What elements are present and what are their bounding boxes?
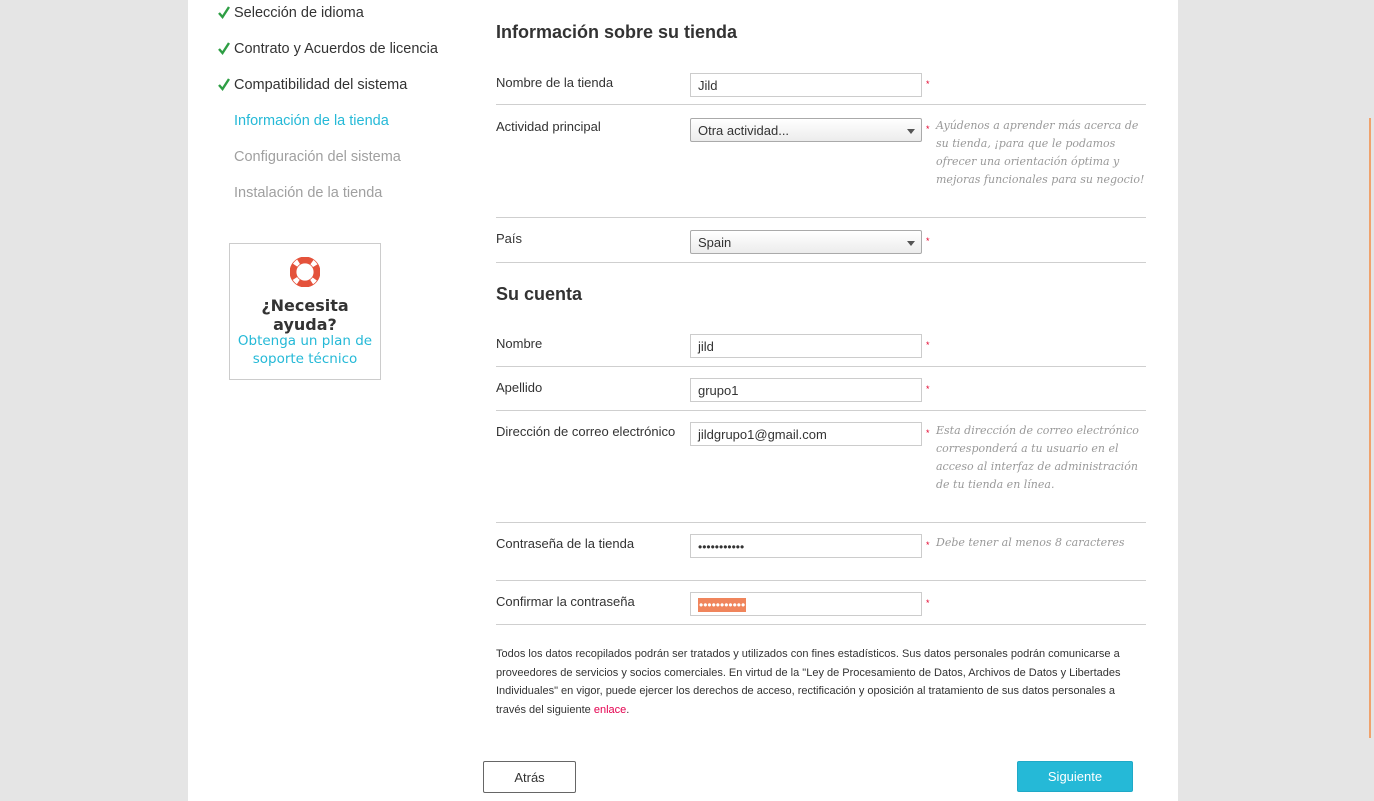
divider [496, 410, 1146, 411]
activity-select-value: Otra actividad... [698, 123, 790, 138]
activity-select[interactable]: Otra actividad... [690, 118, 922, 142]
first-name-label: Nombre [496, 336, 543, 351]
help-title: ¿Necesita ayuda? [261, 296, 349, 334]
privacy-end: . [626, 703, 630, 716]
required-marker: * [926, 124, 930, 134]
step-label: Información de la tienda [234, 113, 389, 129]
required-marker: * [926, 428, 930, 438]
privacy-text: Todos los datos recopilados podrán ser t… [496, 648, 1121, 716]
password-hint: Debe tener al menos 8 caracteres [936, 536, 1125, 549]
installer-page: Selección de idioma Contrato y Acuerdos … [188, 0, 1178, 801]
password-input[interactable]: ••••••••••• [690, 534, 922, 558]
country-label: País [496, 231, 523, 246]
required-marker: * [926, 384, 930, 394]
divider [496, 104, 1146, 105]
divider [496, 522, 1146, 523]
scroll-indicator[interactable] [1369, 118, 1371, 738]
back-button[interactable]: Atrás [483, 761, 576, 793]
divider [496, 580, 1146, 581]
support-plan-link-line1[interactable]: Obtenga un plan de [238, 333, 372, 349]
confirm-password-label: Confirmar la contraseña [496, 594, 635, 609]
privacy-notice: Todos los datos recopilados podrán ser t… [496, 645, 1146, 719]
divider [496, 366, 1146, 367]
store-name-label: Nombre de la tienda [496, 75, 614, 90]
step-label: Configuración del sistema [234, 149, 401, 165]
activity-label: Actividad principal [496, 119, 601, 134]
step-label: Selección de idioma [234, 5, 364, 21]
email-input[interactable]: jildgrupo1@gmail.com [690, 422, 922, 446]
country-select[interactable]: Spain [690, 230, 922, 254]
step-label: Contrato y Acuerdos de licencia [234, 41, 438, 57]
divider [496, 624, 1146, 625]
store-name-input[interactable]: Jild [690, 73, 922, 97]
dropdown-arrow-icon [907, 129, 915, 134]
confirm-password-value: ••••••••••• [698, 598, 747, 612]
password-label: Contraseña de la tienda [496, 536, 635, 551]
divider [496, 262, 1146, 263]
required-marker: * [926, 236, 930, 246]
dropdown-arrow-icon [907, 241, 915, 246]
required-marker: * [926, 340, 930, 350]
email-label: Dirección de correo electrónico [496, 424, 676, 439]
activity-hint: Ayúdenos a aprender más acerca de su tie… [936, 119, 1145, 186]
last-name-input[interactable]: grupo1 [690, 378, 922, 402]
help-box: ¿Necesita ayuda? Obtenga un plan de sopo… [229, 243, 381, 380]
next-button[interactable]: Siguiente [1017, 761, 1133, 792]
check-icon [218, 75, 232, 95]
store-section-title: Información sobre su tienda [496, 22, 738, 42]
support-plan-link-line2[interactable]: soporte técnico [253, 351, 358, 367]
first-name-input[interactable]: jild [690, 334, 922, 358]
support-plan-link[interactable]: Obtenga un plan de soporte técnico [230, 332, 380, 368]
last-name-label: Apellido [496, 380, 543, 395]
country-select-value: Spain [698, 235, 732, 250]
step-label: Compatibilidad del sistema [234, 77, 408, 93]
step-label: Instalación de la tienda [234, 185, 383, 201]
email-hint: Esta dirección de correo electrónico cor… [936, 424, 1139, 491]
required-marker: * [926, 598, 930, 608]
check-icon [218, 3, 232, 23]
lifebuoy-icon [289, 256, 321, 292]
check-icon [218, 39, 232, 59]
required-marker: * [926, 540, 930, 550]
required-marker: * [926, 79, 930, 89]
confirm-password-input[interactable]: ••••••••••• [690, 592, 922, 616]
divider [496, 217, 1146, 218]
privacy-link[interactable]: enlace [594, 704, 626, 716]
account-section-title: Su cuenta [496, 284, 583, 304]
password-value: ••••••••••• [698, 540, 745, 554]
